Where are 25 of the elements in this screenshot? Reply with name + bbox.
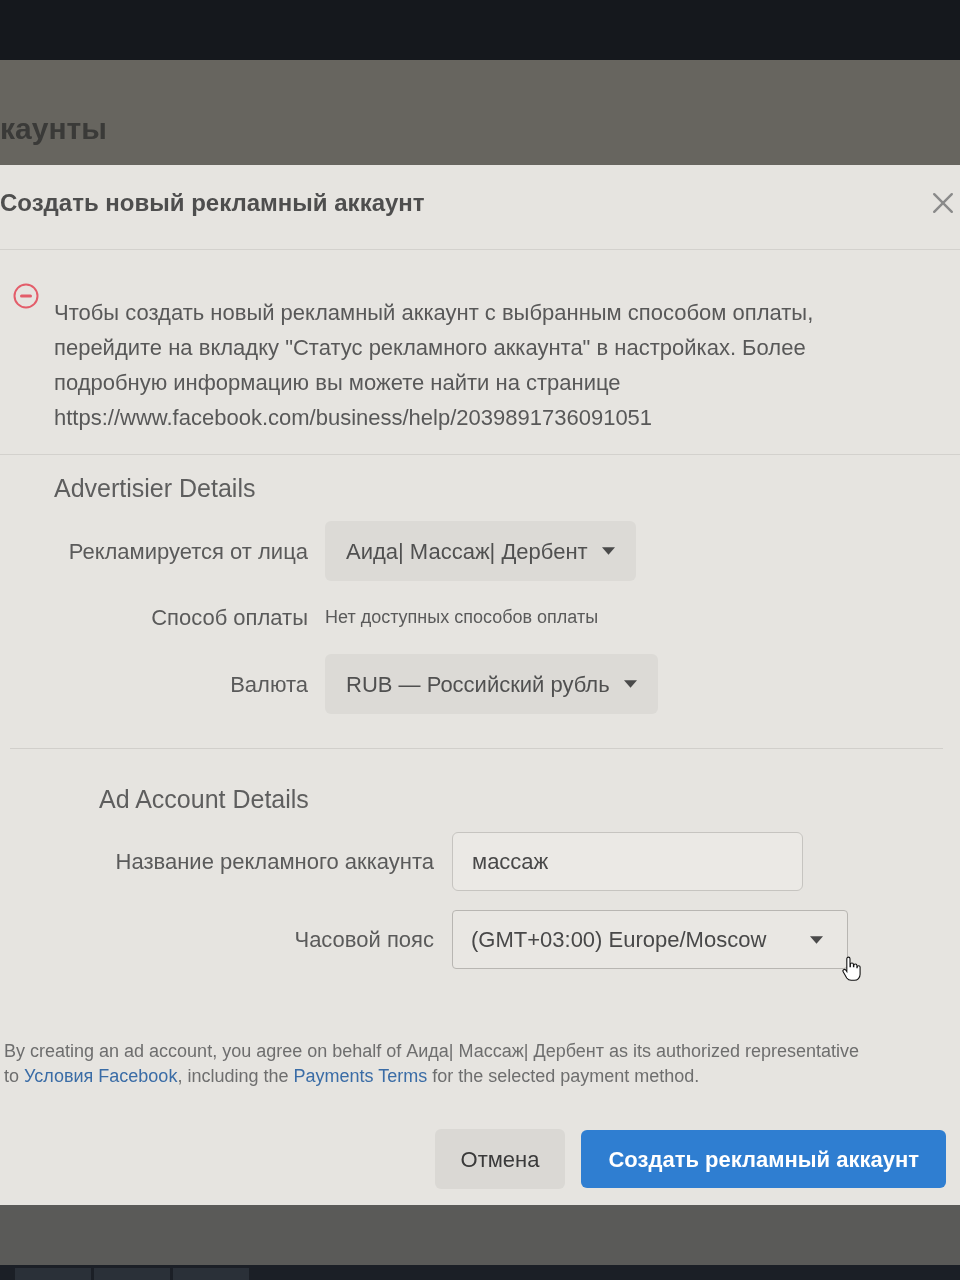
terms-text: By creating an ad account, you agree on behalf of Аида| Массаж| Дербент as its authorized representative to Условия Facebook, including the Payments Terms for the selected payment method.: [4, 1040, 861, 1088]
terms-link[interactable]: Условия Facebook: [24, 1066, 178, 1086]
caret-icon: [623, 680, 637, 688]
field-label: Способ оплаты: [151, 604, 308, 632]
text-input[interactable]: массаж: [452, 832, 803, 891]
close-icon[interactable]: [932, 192, 954, 214]
cancel-button[interactable]: Отмена: [434, 1129, 566, 1189]
section-title: Advertisier Details: [54, 473, 256, 504]
dialog-title: Создать новый рекламный аккаунт: [0, 188, 425, 218]
field-label: Название рекламного аккаунта: [115, 848, 434, 876]
field-label: Часовой пояс: [294, 926, 434, 954]
payment-method-value: Нет доступных способов оплаты: [325, 606, 599, 629]
dropdown[interactable]: RUB — Российский рубль: [325, 654, 658, 714]
dropdown[interactable]: (GMT+03:00) Europe/Moscow: [452, 910, 848, 969]
error-message: Чтобы создать новый рекламный аккаунт с выбранным способом оплаты, перейдите на вкладку "Статус рекламного аккаунта" в настройках. Более подробную информацию вы можете найти на странице https://www.facebook.com/business/help/2039891736091051: [54, 299, 815, 432]
pointer-cursor-icon: [842, 955, 862, 982]
caret-icon: [810, 935, 823, 944]
field-label: Рекламируется от лица: [68, 537, 308, 566]
field-label: Валюта: [230, 670, 308, 699]
create-button[interactable]: Создать рекламный аккаунт: [581, 1130, 946, 1188]
dropdown[interactable]: Аида| Массаж| Дербент: [325, 521, 636, 581]
caret-icon: [601, 547, 615, 555]
section-title: Ad Account Details: [99, 784, 309, 815]
error-icon: [13, 283, 39, 309]
terms-link[interactable]: Payments Terms: [293, 1066, 428, 1086]
